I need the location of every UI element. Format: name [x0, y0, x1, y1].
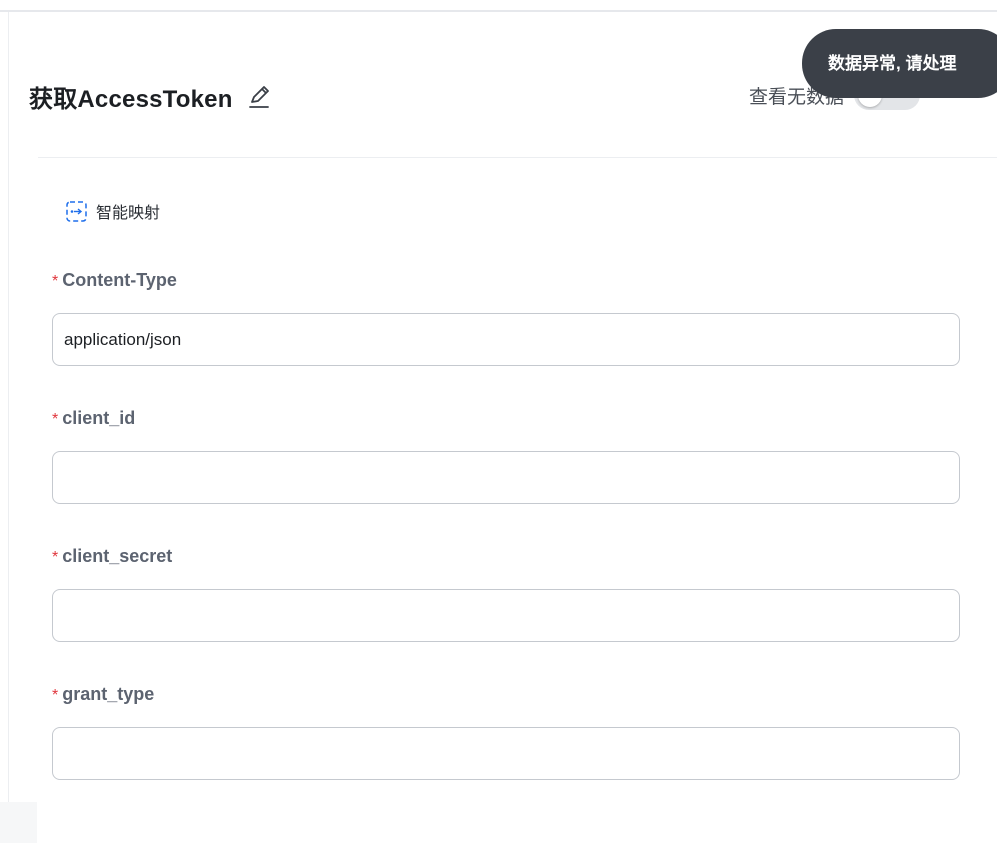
field-label-grant-type: * grant_type — [52, 684, 154, 705]
smart-map-button[interactable]: 智能映射 — [66, 199, 160, 223]
client-id-input[interactable] — [52, 451, 960, 504]
required-mark: * — [52, 411, 59, 428]
content-type-input[interactable] — [52, 313, 960, 366]
grant-type-input[interactable] — [52, 727, 960, 780]
field-label-client-secret: * client_secret — [52, 546, 172, 567]
field-label-text: grant_type — [62, 684, 155, 704]
header-divider — [38, 157, 997, 158]
required-mark: * — [52, 549, 59, 566]
page: 获取AccessToken 查看无数据 数据异常, 请处理 智能映射 * Con… — [0, 0, 997, 843]
bottom-left-block — [0, 802, 37, 843]
client-secret-input[interactable] — [52, 589, 960, 642]
field-label-text: client_secret — [62, 546, 173, 566]
smart-map-label: 智能映射 — [96, 205, 161, 222]
edit-icon[interactable] — [245, 82, 273, 110]
field-label-text: client_id — [62, 408, 136, 428]
field-label-client-id: * client_id — [52, 408, 135, 429]
page-title: 获取AccessToken — [29, 85, 233, 113]
field-label-content-type: * Content-Type — [52, 270, 177, 291]
field-label-text: Content-Type — [62, 270, 177, 290]
smart-map-icon — [66, 200, 87, 222]
required-mark: * — [52, 687, 59, 704]
form-panel — [9, 12, 997, 802]
panel-header: 获取AccessToken — [29, 78, 273, 114]
error-tooltip: 数据异常, 请处理 — [802, 29, 997, 98]
required-mark: * — [52, 273, 59, 290]
bottom-area — [0, 802, 997, 843]
